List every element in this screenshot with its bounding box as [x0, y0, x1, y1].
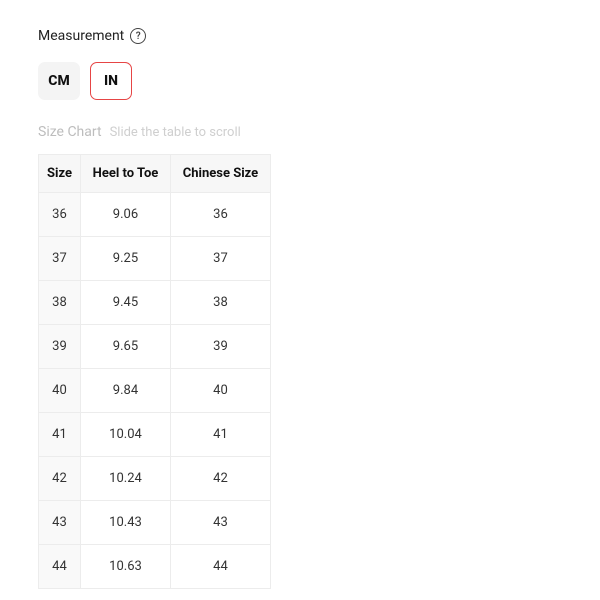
col-size: Size — [39, 155, 81, 193]
cell-chinese-size: 39 — [170, 325, 270, 369]
cell-size: 43 — [39, 501, 81, 545]
cell-size: 37 — [39, 237, 81, 281]
cell-size: 38 — [39, 281, 81, 325]
cell-chinese-size: 37 — [170, 237, 270, 281]
cell-heel-to-toe: 9.84 — [80, 369, 170, 413]
col-chinese-size: Chinese Size — [170, 155, 270, 193]
size-chart-hint: Slide the table to scroll — [110, 125, 241, 140]
cell-chinese-size: 41 — [170, 413, 270, 457]
cell-heel-to-toe: 10.24 — [80, 457, 170, 501]
cell-size: 42 — [39, 457, 81, 501]
table-row: 4310.4343 — [39, 501, 271, 545]
cell-heel-to-toe: 9.45 — [80, 281, 170, 325]
unit-in-button[interactable]: IN — [90, 62, 132, 100]
cell-chinese-size: 44 — [170, 545, 270, 589]
col-heel-to-toe: Heel to Toe — [80, 155, 170, 193]
unit-cm-button[interactable]: CM — [38, 62, 80, 100]
table-row: 379.2537 — [39, 237, 271, 281]
table-row: 399.6539 — [39, 325, 271, 369]
help-icon[interactable]: ? — [130, 28, 146, 44]
table-header-row: Size Heel to Toe Chinese Size — [39, 155, 271, 193]
cell-chinese-size: 38 — [170, 281, 270, 325]
cell-chinese-size: 40 — [170, 369, 270, 413]
table-row: 4210.2442 — [39, 457, 271, 501]
size-chart-title: Size Chart — [38, 124, 102, 140]
cell-heel-to-toe: 10.43 — [80, 501, 170, 545]
unit-toggle: CM IN — [38, 62, 600, 100]
cell-size: 41 — [39, 413, 81, 457]
cell-heel-to-toe: 10.63 — [80, 545, 170, 589]
cell-heel-to-toe: 9.06 — [80, 193, 170, 237]
cell-size: 36 — [39, 193, 81, 237]
cell-size: 40 — [39, 369, 81, 413]
measurement-header: Measurement ? — [38, 28, 600, 44]
cell-chinese-size: 43 — [170, 501, 270, 545]
cell-heel-to-toe: 9.25 — [80, 237, 170, 281]
cell-heel-to-toe: 9.65 — [80, 325, 170, 369]
table-row: 389.4538 — [39, 281, 271, 325]
table-row: 369.0636 — [39, 193, 271, 237]
cell-size: 39 — [39, 325, 81, 369]
table-row: 4410.6344 — [39, 545, 271, 589]
cell-chinese-size: 36 — [170, 193, 270, 237]
cell-size: 44 — [39, 545, 81, 589]
measurement-label: Measurement — [38, 28, 124, 44]
table-row: 4110.0441 — [39, 413, 271, 457]
cell-chinese-size: 42 — [170, 457, 270, 501]
table-row: 409.8440 — [39, 369, 271, 413]
size-chart-table[interactable]: Size Heel to Toe Chinese Size 369.063637… — [38, 154, 271, 589]
size-chart-header: Size Chart Slide the table to scroll — [38, 124, 600, 140]
cell-heel-to-toe: 10.04 — [80, 413, 170, 457]
